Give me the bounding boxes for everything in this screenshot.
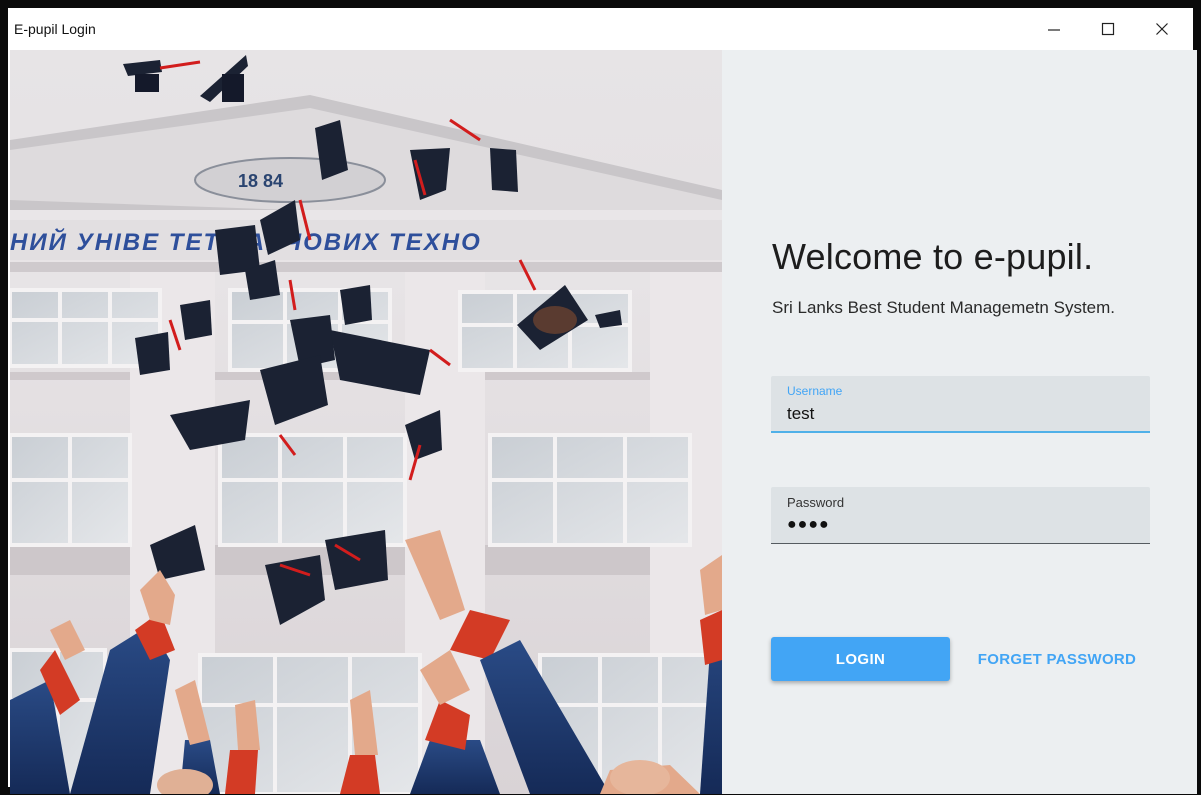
close-button[interactable] (1135, 8, 1189, 50)
login-content: 18 84 НИЙ УНІВЕ ТЕТ ХАРЧОВИХ ТЕХНО Welco… (10, 50, 1197, 794)
username-input[interactable]: test (787, 404, 1127, 424)
graduation-photo: 18 84 НИЙ УНІВЕ ТЕТ ХАРЧОВИХ ТЕХНО (10, 50, 722, 794)
password-input[interactable]: ●●●● (787, 516, 1127, 534)
password-field[interactable]: Password ●●●● (771, 487, 1150, 544)
username-field[interactable]: Username test (771, 376, 1150, 433)
minimize-button[interactable] (1027, 8, 1081, 50)
title-bar[interactable]: E-pupil Login (8, 8, 1193, 50)
minimize-icon (1048, 29, 1060, 31)
app-window: E-pupil Login 18 84 НИЙ УНІВЕ ТЕТ ХАРЧОВ… (0, 0, 1201, 795)
tagline: Sri Lanks Best Student Managemetn System… (772, 298, 1116, 317)
password-label: Password (787, 495, 845, 510)
login-panel: Welcome to e-pupil. Sri Lanks Best Stude… (722, 50, 1197, 794)
welcome-heading: Welcome to e-pupil. (772, 236, 1094, 277)
login-button[interactable]: LOGIN (771, 637, 950, 681)
window-title: E-pupil Login (14, 21, 96, 37)
forget-password-button[interactable]: FORGET PASSWORD (962, 637, 1152, 681)
maximize-icon (1101, 22, 1115, 36)
emblem-text: 18 84 (238, 171, 283, 191)
close-icon (1156, 23, 1168, 35)
username-label: Username (787, 384, 843, 398)
maximize-button[interactable] (1081, 8, 1135, 50)
